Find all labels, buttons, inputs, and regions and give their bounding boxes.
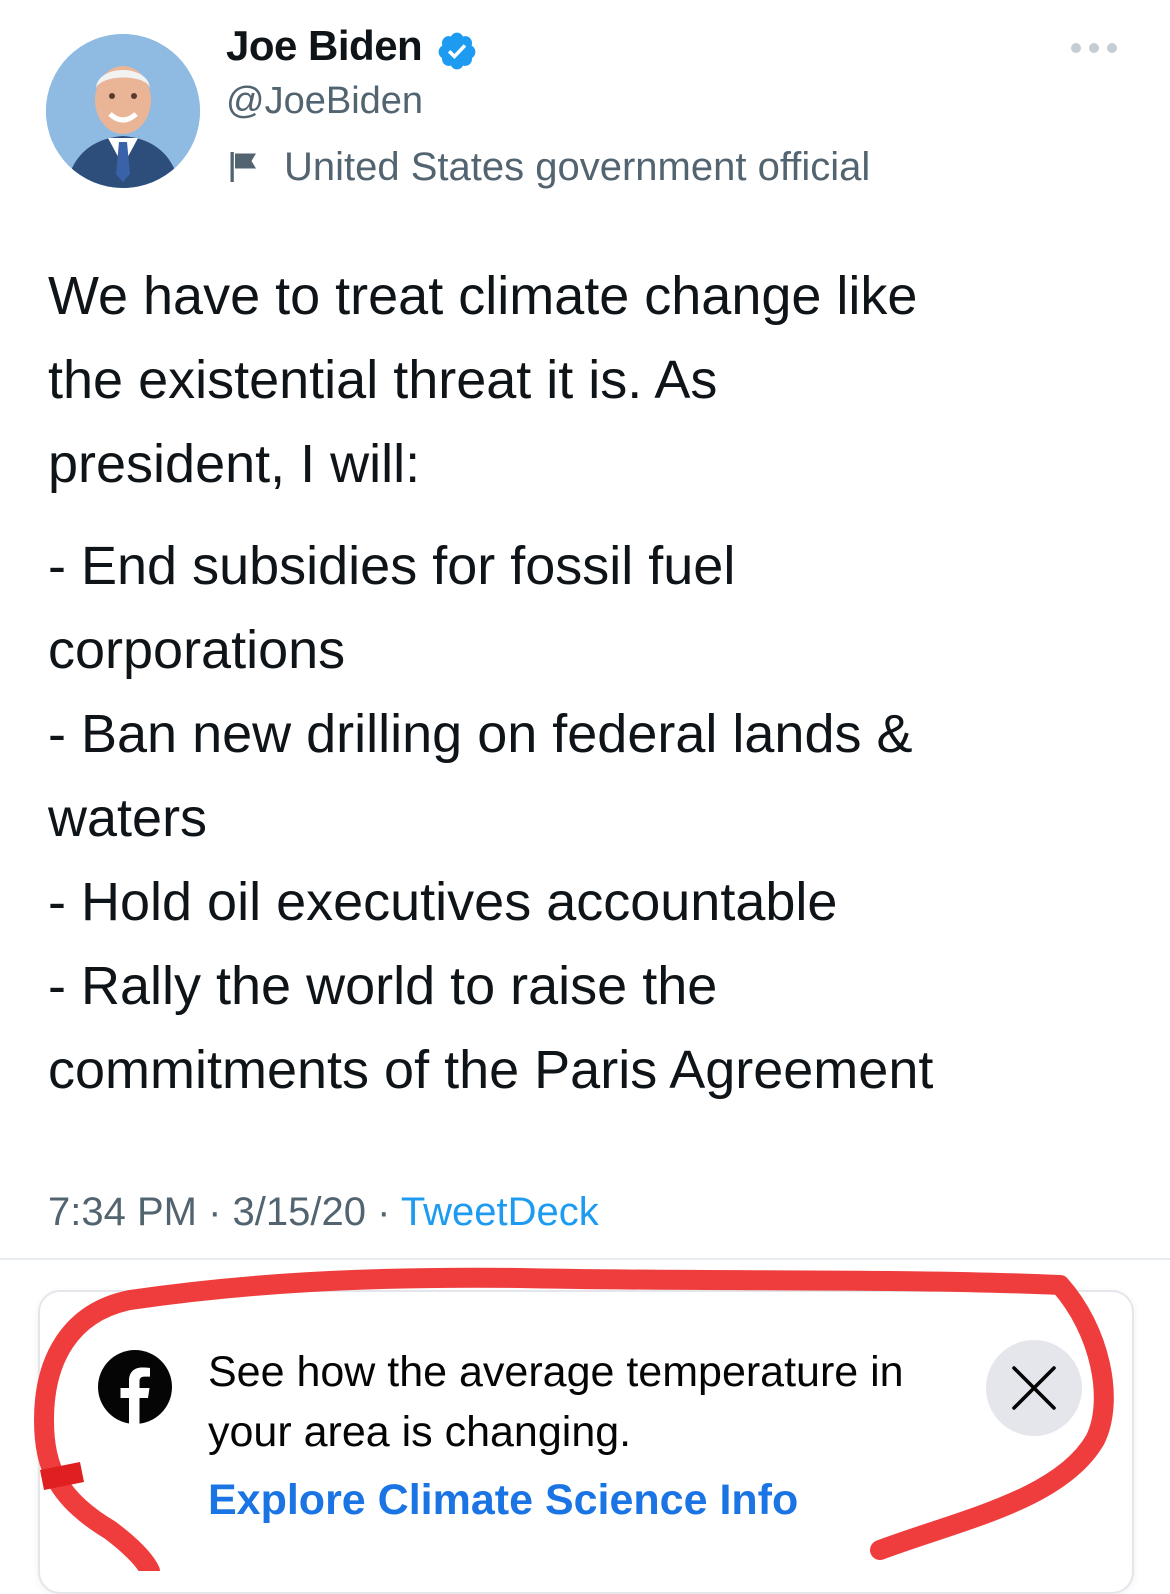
- divider: [0, 1258, 1170, 1260]
- tweet-line: - Rally the world to raise the: [48, 956, 718, 1016]
- facebook-icon: [98, 1350, 172, 1424]
- climate-notice-text: See how the average temperature in your …: [208, 1348, 904, 1456]
- tweet-line: the existential threat it is. As: [48, 350, 718, 410]
- meta-separator: ·: [208, 1190, 222, 1234]
- flag-icon: [226, 149, 262, 185]
- tweet-text: We have to treat climate change like the…: [48, 254, 1128, 1112]
- author-display-name[interactable]: Joe Biden: [226, 22, 423, 70]
- government-label-text: United States government official: [284, 144, 871, 189]
- tweet-line: - End subsidies for fossil fuel: [48, 536, 736, 596]
- government-label[interactable]: United States government official: [226, 142, 870, 192]
- tweet-line: - Ban new drilling on federal lands &: [48, 704, 913, 764]
- more-options-icon[interactable]: [1068, 34, 1120, 62]
- meta-separator: ·: [377, 1190, 391, 1234]
- avatar[interactable]: [46, 34, 200, 188]
- tweet-line: corporations: [48, 620, 346, 680]
- close-button[interactable]: [986, 1340, 1082, 1436]
- tweet-meta: 7:34 PM · 3/15/20 · TweetDeck: [48, 1190, 599, 1235]
- explore-climate-link[interactable]: Explore Climate Science Info: [208, 1476, 798, 1525]
- author-handle[interactable]: @JoeBiden: [226, 80, 423, 123]
- tweet-date[interactable]: 3/15/20: [233, 1190, 366, 1234]
- tweet-time[interactable]: 7:34 PM: [48, 1190, 197, 1234]
- tweet-line: - Hold oil executives accountable: [48, 872, 838, 932]
- verified-badge-icon: [436, 30, 478, 72]
- tweet-line: waters: [48, 788, 208, 848]
- close-icon: [1012, 1366, 1056, 1410]
- tweet-line: president, I will:: [48, 434, 421, 494]
- tweet-line: We have to treat climate change like: [48, 266, 918, 326]
- profile-photo: [46, 34, 200, 188]
- tweet-source-link[interactable]: TweetDeck: [401, 1190, 599, 1234]
- tweet-line: commitments of the Paris Agreement: [48, 1040, 934, 1100]
